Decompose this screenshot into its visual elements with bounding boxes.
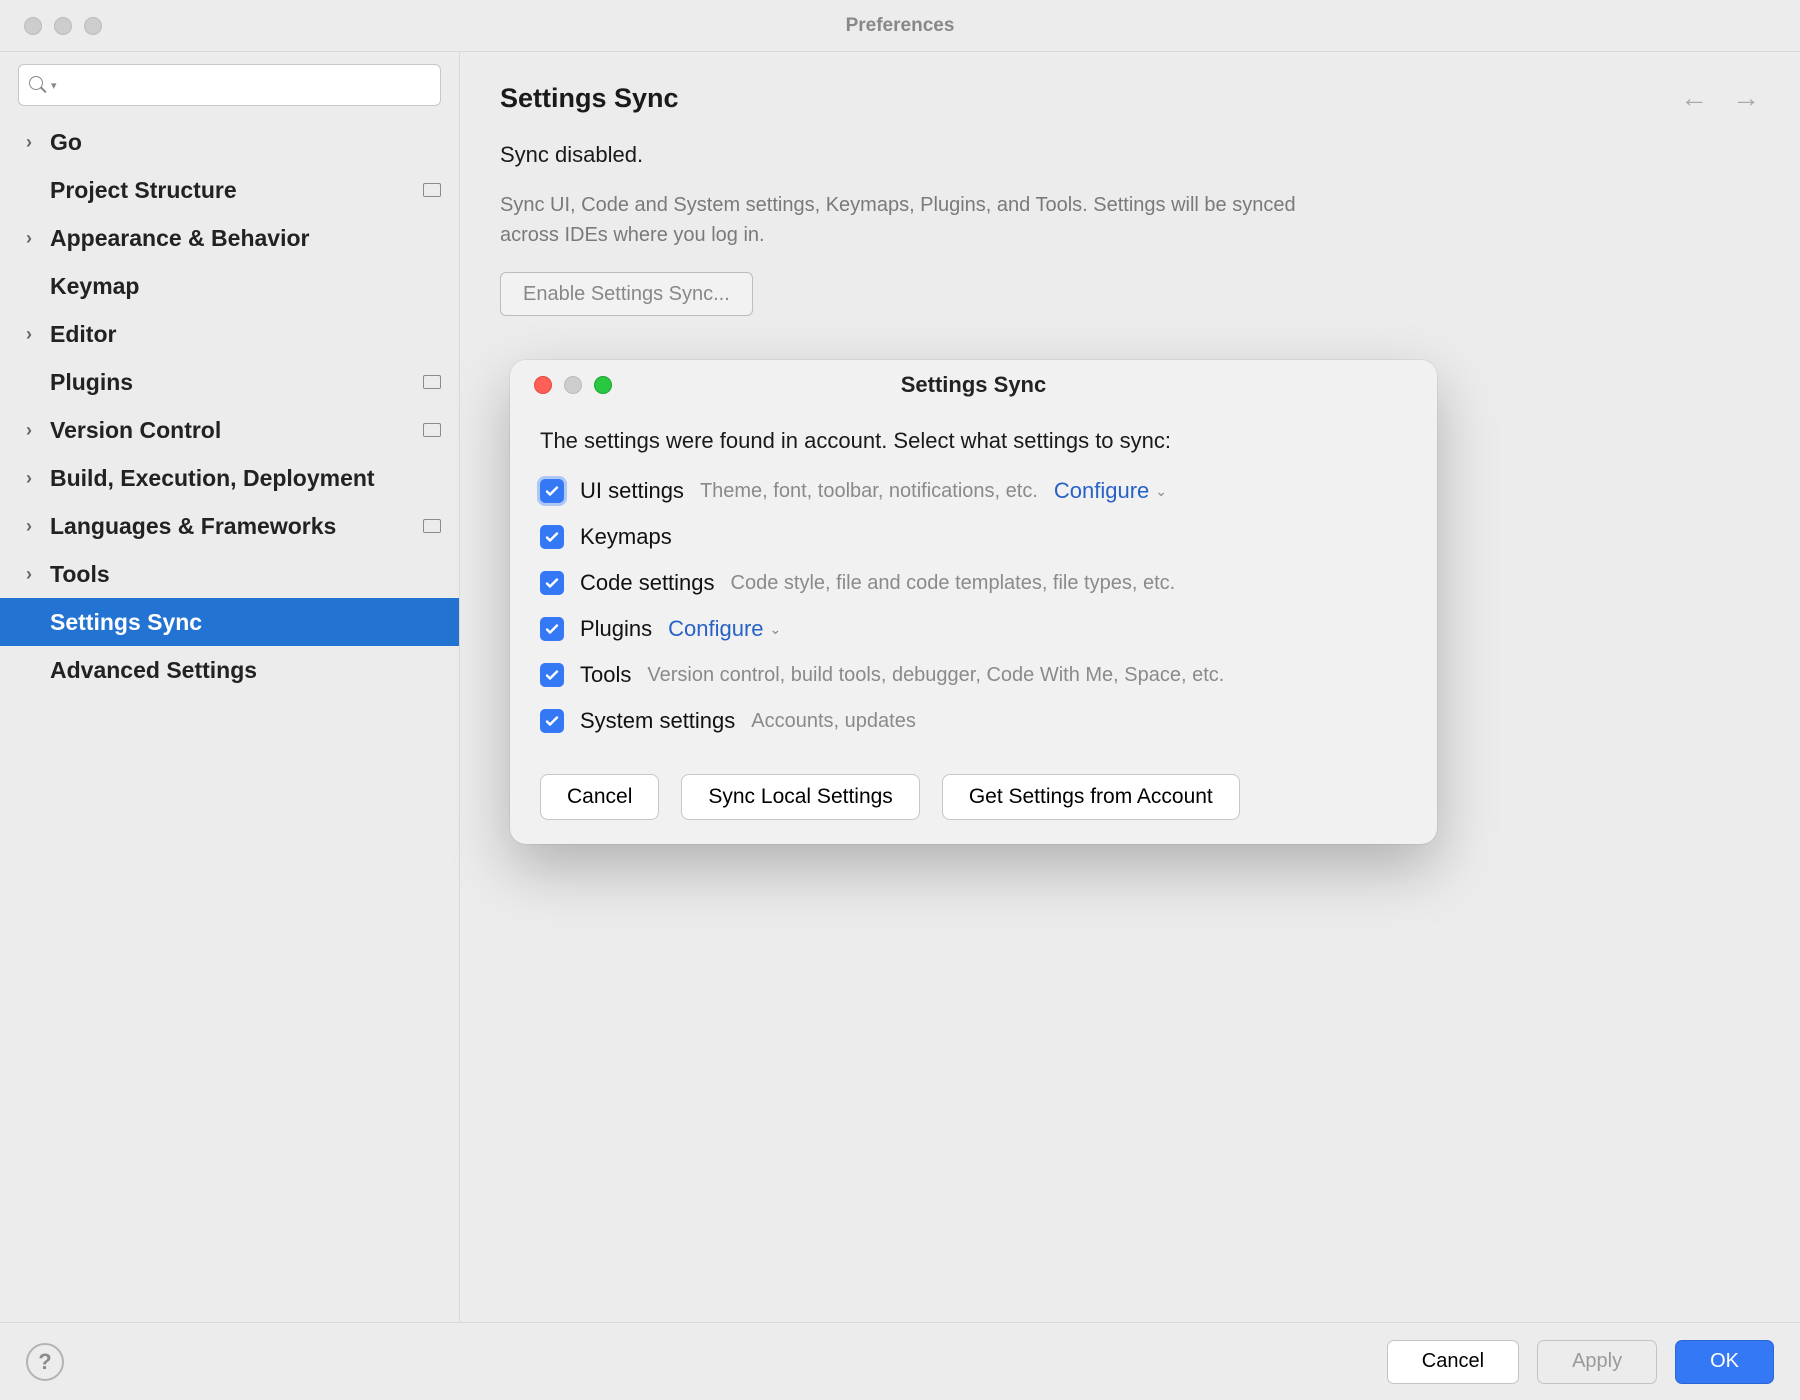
ok-button[interactable]: OK: [1675, 1340, 1774, 1384]
apply-button[interactable]: Apply: [1537, 1340, 1657, 1384]
chevron-down-icon: ⌄: [770, 621, 782, 638]
sync-description: Sync UI, Code and System settings, Keyma…: [500, 190, 1320, 250]
window-titlebar: Preferences: [0, 0, 1800, 52]
sync-option-hint: Accounts, updates: [751, 710, 916, 733]
sidebar-item-build-execution-deployment[interactable]: ›Build, Execution, Deployment: [0, 454, 459, 502]
sync-option-hint: Version control, build tools, debugger, …: [647, 664, 1224, 687]
sidebar-item-label: Editor: [50, 321, 116, 348]
sidebar-item-label: Project Structure: [50, 177, 237, 204]
preferences-window: Preferences ▾ ›Go›Project Structure›Appe…: [0, 0, 1800, 1400]
sidebar-item-project-structure[interactable]: ›Project Structure: [0, 166, 459, 214]
checkbox[interactable]: [540, 571, 564, 595]
sync-option-label: Tools: [580, 662, 631, 688]
search-icon: [29, 76, 47, 94]
checkbox[interactable]: [540, 479, 564, 503]
nav-forward-icon[interactable]: →: [1732, 82, 1760, 114]
sidebar-item-label: Languages & Frameworks: [50, 513, 336, 540]
minimize-icon[interactable]: [564, 376, 582, 394]
nav-back-icon[interactable]: ←: [1680, 82, 1708, 114]
sync-option-label: Code settings: [580, 570, 715, 596]
chevron-right-icon: ›: [26, 228, 50, 249]
chevron-down-icon: ⌄: [1155, 483, 1167, 500]
sync-option-hint: Code style, file and code templates, fil…: [731, 572, 1176, 595]
sidebar-item-editor[interactable]: ›Editor: [0, 310, 459, 358]
help-icon[interactable]: ?: [26, 1343, 64, 1381]
chevron-down-icon: ▾: [51, 79, 57, 92]
chevron-right-icon: ›: [26, 468, 50, 489]
settings-tree: ›Go›Project Structure›Appearance & Behav…: [0, 118, 459, 1310]
sync-local-settings-button[interactable]: Sync Local Settings: [681, 774, 919, 820]
sync-status: Sync disabled.: [500, 142, 1760, 168]
minimize-icon[interactable]: [54, 17, 72, 35]
sidebar-item-label: Settings Sync: [50, 609, 202, 636]
sidebar-item-label: Go: [50, 129, 82, 156]
checkbox[interactable]: [540, 663, 564, 687]
dialog-title: Settings Sync: [510, 372, 1437, 398]
sidebar-item-tools[interactable]: ›Tools: [0, 550, 459, 598]
project-scope-icon: [423, 423, 441, 437]
configure-link[interactable]: Configure⌄: [668, 616, 781, 642]
project-scope-icon: [423, 519, 441, 533]
sidebar-item-version-control[interactable]: ›Version Control: [0, 406, 459, 454]
get-settings-from-account-button[interactable]: Get Settings from Account: [942, 774, 1240, 820]
close-icon[interactable]: [534, 376, 552, 394]
window-title: Preferences: [0, 15, 1800, 37]
dialog-traffic-lights: [510, 376, 612, 394]
sync-option-row: Plugins Configure⌄: [540, 616, 1407, 642]
sidebar-item-label: Build, Execution, Deployment: [50, 465, 375, 492]
checkbox[interactable]: [540, 525, 564, 549]
preferences-footer: ? Cancel Apply OK: [0, 1322, 1800, 1400]
sidebar-item-advanced-settings[interactable]: ›Advanced Settings: [0, 646, 459, 694]
chevron-right-icon: ›: [26, 564, 50, 585]
sidebar-item-label: Version Control: [50, 417, 221, 444]
sidebar-item-label: Plugins: [50, 369, 133, 396]
enable-settings-sync-button[interactable]: Enable Settings Sync...: [500, 272, 753, 316]
project-scope-icon: [423, 375, 441, 389]
close-icon[interactable]: [24, 17, 42, 35]
sidebar-item-appearance-behavior[interactable]: ›Appearance & Behavior: [0, 214, 459, 262]
chevron-right-icon: ›: [26, 132, 50, 153]
sidebar-item-label: Advanced Settings: [50, 657, 257, 684]
sidebar-item-label: Appearance & Behavior: [50, 225, 309, 252]
sync-option-hint: Theme, font, toolbar, notifications, etc…: [700, 480, 1038, 503]
search-input[interactable]: ▾: [18, 64, 441, 106]
sidebar-item-label: Tools: [50, 561, 110, 588]
sync-option-row: Keymaps: [540, 524, 1407, 550]
chevron-right-icon: ›: [26, 516, 50, 537]
sidebar-item-plugins[interactable]: ›Plugins: [0, 358, 459, 406]
chevron-right-icon: ›: [26, 420, 50, 441]
settings-sync-dialog: Settings Sync The settings were found in…: [510, 360, 1437, 844]
settings-sidebar: ▾ ›Go›Project Structure›Appearance & Beh…: [0, 52, 460, 1322]
sync-option-row: UI settings Theme, font, toolbar, notific…: [540, 478, 1407, 504]
sync-option-row: Code settings Code style, file and code t…: [540, 570, 1407, 596]
checkbox[interactable]: [540, 617, 564, 641]
search-field[interactable]: [63, 75, 430, 96]
sync-option-label: Keymaps: [580, 524, 672, 550]
project-scope-icon: [423, 183, 441, 197]
sync-option-row: Tools Version control, build tools, debug…: [540, 662, 1407, 688]
dialog-message: The settings were found in account. Sele…: [540, 428, 1407, 454]
zoom-icon[interactable]: [84, 17, 102, 35]
page-title: Settings Sync: [500, 83, 679, 114]
sidebar-item-settings-sync[interactable]: ›Settings Sync: [0, 598, 459, 646]
sidebar-item-keymap[interactable]: ›Keymap: [0, 262, 459, 310]
checkbox[interactable]: [540, 709, 564, 733]
sidebar-item-label: Keymap: [50, 273, 139, 300]
sidebar-item-languages-frameworks[interactable]: ›Languages & Frameworks: [0, 502, 459, 550]
sync-option-label: Plugins: [580, 616, 652, 642]
chevron-right-icon: ›: [26, 324, 50, 345]
dialog-cancel-button[interactable]: Cancel: [540, 774, 659, 820]
sync-option-label: UI settings: [580, 478, 684, 504]
sync-option-label: System settings: [580, 708, 735, 734]
cancel-button[interactable]: Cancel: [1387, 1340, 1519, 1384]
window-traffic-lights: [0, 17, 102, 35]
sidebar-item-go[interactable]: ›Go: [0, 118, 459, 166]
zoom-icon[interactable]: [594, 376, 612, 394]
sync-option-row: System settings Accounts, updates: [540, 708, 1407, 734]
configure-link[interactable]: Configure⌄: [1054, 478, 1167, 504]
